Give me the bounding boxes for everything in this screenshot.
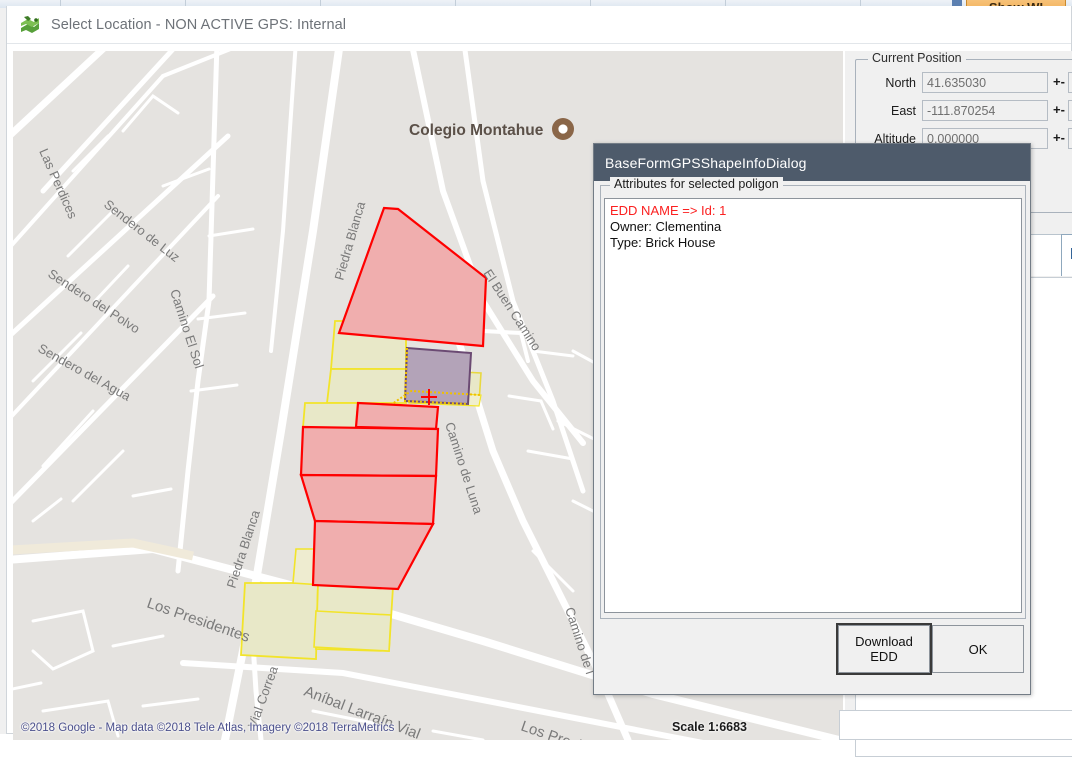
dialog-titlebar: BaseFormGPSShapeInfoDialog bbox=[594, 144, 1030, 181]
shape-info-dialog: BaseFormGPSShapeInfoDialog Attributes fo… bbox=[593, 143, 1031, 695]
window-title: Select Location - NON ACTIVE GPS: Intern… bbox=[51, 17, 346, 33]
north-plusminus-icon: +- bbox=[1052, 74, 1066, 89]
altitude-plusminus-icon: +- bbox=[1052, 130, 1066, 145]
east-tolerance-input[interactable]: 74.0 bbox=[1068, 100, 1072, 121]
attributes-group: Attributes for selected poligon EDD NAME… bbox=[600, 185, 1026, 619]
north-label: North bbox=[862, 72, 916, 94]
attributes-list[interactable]: EDD NAME => Id: 1 Owner: Clementina Type… bbox=[604, 198, 1022, 613]
dialog-body: Attributes for selected poligon EDD NAME… bbox=[594, 181, 1030, 696]
altitude-tolerance-input[interactable]: NaN bbox=[1068, 128, 1072, 149]
field-row-east: East -111.870254 +- 74.0 bbox=[856, 100, 1072, 125]
download-edd-label-line1: Download bbox=[855, 634, 913, 649]
side-tab-active[interactable]: lo bbox=[1061, 234, 1072, 276]
current-position-title: Current Position bbox=[868, 51, 966, 65]
download-edd-label-line2: EDD bbox=[870, 649, 897, 664]
attribute-line: EDD NAME => Id: 1 bbox=[610, 203, 1016, 219]
north-input[interactable]: 41.635030 bbox=[922, 72, 1048, 93]
east-plusminus-icon: +- bbox=[1052, 102, 1066, 117]
map-attribution: ©2018 Google - Map data ©2018 Tele Atlas… bbox=[21, 722, 394, 734]
east-label: East bbox=[862, 100, 916, 122]
east-input[interactable]: -111.870254 bbox=[922, 100, 1048, 121]
attribute-line: Type: Brick House bbox=[610, 235, 1016, 251]
attribute-line: Owner: Clementina bbox=[610, 219, 1016, 235]
status-bar-area bbox=[839, 710, 1072, 740]
field-row-north: North 41.635030 +- 74.0 bbox=[856, 72, 1072, 97]
select-location-window: Select Location - NON ACTIVE GPS: Intern… bbox=[6, 6, 1072, 734]
application-root: Show WI Select Location - NON ACTIVE GPS… bbox=[0, 0, 1072, 734]
poi-marker bbox=[552, 118, 574, 140]
download-edd-button[interactable]: Download EDD bbox=[838, 625, 930, 673]
map-scale-label: Scale 1:6683 bbox=[672, 720, 747, 734]
map-poi-label: Colegio Montahue bbox=[409, 122, 544, 139]
map-layers-icon bbox=[19, 15, 41, 35]
north-tolerance-input[interactable]: 74.0 bbox=[1068, 72, 1072, 93]
window-titlebar: Select Location - NON ACTIVE GPS: Intern… bbox=[7, 6, 1071, 44]
attributes-group-title: Attributes for selected poligon bbox=[610, 177, 783, 191]
dialog-title: BaseFormGPSShapeInfoDialog bbox=[605, 155, 807, 171]
ok-button[interactable]: OK bbox=[932, 625, 1024, 673]
